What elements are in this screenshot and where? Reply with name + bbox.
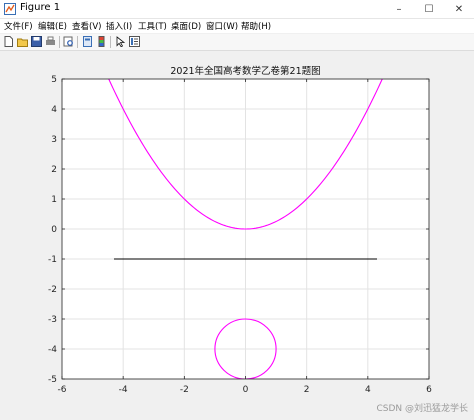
toolbar bbox=[0, 34, 474, 51]
chart-title: 2021年全国高考数学乙卷第21题图 bbox=[170, 65, 320, 77]
watermark-text: CSDN @刘迅猛龙学长 bbox=[376, 404, 468, 414]
y-tick-label: -1 bbox=[48, 255, 57, 265]
y-tick-label: 0 bbox=[51, 225, 57, 235]
menu-bar: 文件(F) 编辑(E) 查看(V) 插入(I) 工具(T) 桌面(D) 窗口(W… bbox=[0, 19, 474, 33]
y-tick-label: 2 bbox=[51, 165, 57, 175]
menu-help[interactable]: 帮助(H) bbox=[241, 20, 271, 32]
figure-canvas: -6 -4 -2 0 2 4 6 -5 -4 -3 -2 -1 0 1 2 3 4 5 2021年全国高考数学乙卷第… bbox=[0, 51, 474, 420]
maximize-button[interactable]: ☐ bbox=[414, 0, 444, 18]
minimize-button[interactable]: – bbox=[384, 0, 414, 18]
y-tick-label: -5 bbox=[48, 375, 57, 385]
menu-tools[interactable]: 工具(T) bbox=[138, 20, 167, 32]
matlab-figure-icon bbox=[4, 3, 16, 15]
x-tick-label: 0 bbox=[243, 385, 249, 395]
property-inspector-icon[interactable] bbox=[129, 36, 140, 47]
menu-view[interactable]: 查看(V) bbox=[72, 20, 101, 32]
y-tick-label: 4 bbox=[51, 105, 57, 115]
plot-axes[interactable]: -6 -4 -2 0 2 4 6 -5 -4 -3 -2 -1 0 1 2 3 4 5 2021年全国高考数学乙卷第… bbox=[0, 51, 474, 420]
y-tick-label: 5 bbox=[51, 75, 57, 85]
y-tick-label: 3 bbox=[51, 135, 57, 145]
menu-insert[interactable]: 插入(I) bbox=[106, 20, 132, 32]
x-tick-label: -4 bbox=[119, 385, 128, 395]
menu-window[interactable]: 窗口(W) bbox=[206, 20, 238, 32]
x-tick-label: 4 bbox=[365, 385, 371, 395]
toolbar-separator bbox=[59, 36, 60, 48]
toolbar-separator bbox=[110, 36, 111, 48]
y-tick-label: 1 bbox=[51, 195, 57, 205]
window-title: Figure 1 bbox=[20, 2, 61, 13]
link-plot-icon[interactable] bbox=[82, 36, 93, 47]
title-bar: Figure 1 – ☐ ✕ bbox=[0, 0, 474, 19]
insert-colorbar-icon[interactable] bbox=[96, 36, 107, 47]
open-file-icon[interactable] bbox=[17, 36, 28, 47]
x-tick-label: 6 bbox=[426, 385, 432, 395]
toolbar-separator bbox=[77, 36, 78, 48]
y-tick-label: -4 bbox=[48, 345, 57, 355]
new-figure-icon[interactable] bbox=[3, 36, 14, 47]
print-icon[interactable] bbox=[45, 36, 56, 47]
x-tick-label: 2 bbox=[304, 385, 310, 395]
print-preview-icon[interactable] bbox=[63, 36, 74, 47]
menu-edit[interactable]: 编辑(E) bbox=[38, 20, 67, 32]
menu-desktop[interactable]: 桌面(D) bbox=[171, 20, 201, 32]
y-tick-label: -3 bbox=[48, 315, 57, 325]
close-button[interactable]: ✕ bbox=[444, 0, 474, 18]
save-icon[interactable] bbox=[31, 36, 42, 47]
menu-file[interactable]: 文件(F) bbox=[4, 20, 33, 32]
y-tick-label: -2 bbox=[48, 285, 57, 295]
x-tick-label: -2 bbox=[180, 385, 189, 395]
x-tick-label: -6 bbox=[58, 385, 67, 395]
edit-plot-icon[interactable] bbox=[115, 36, 126, 47]
